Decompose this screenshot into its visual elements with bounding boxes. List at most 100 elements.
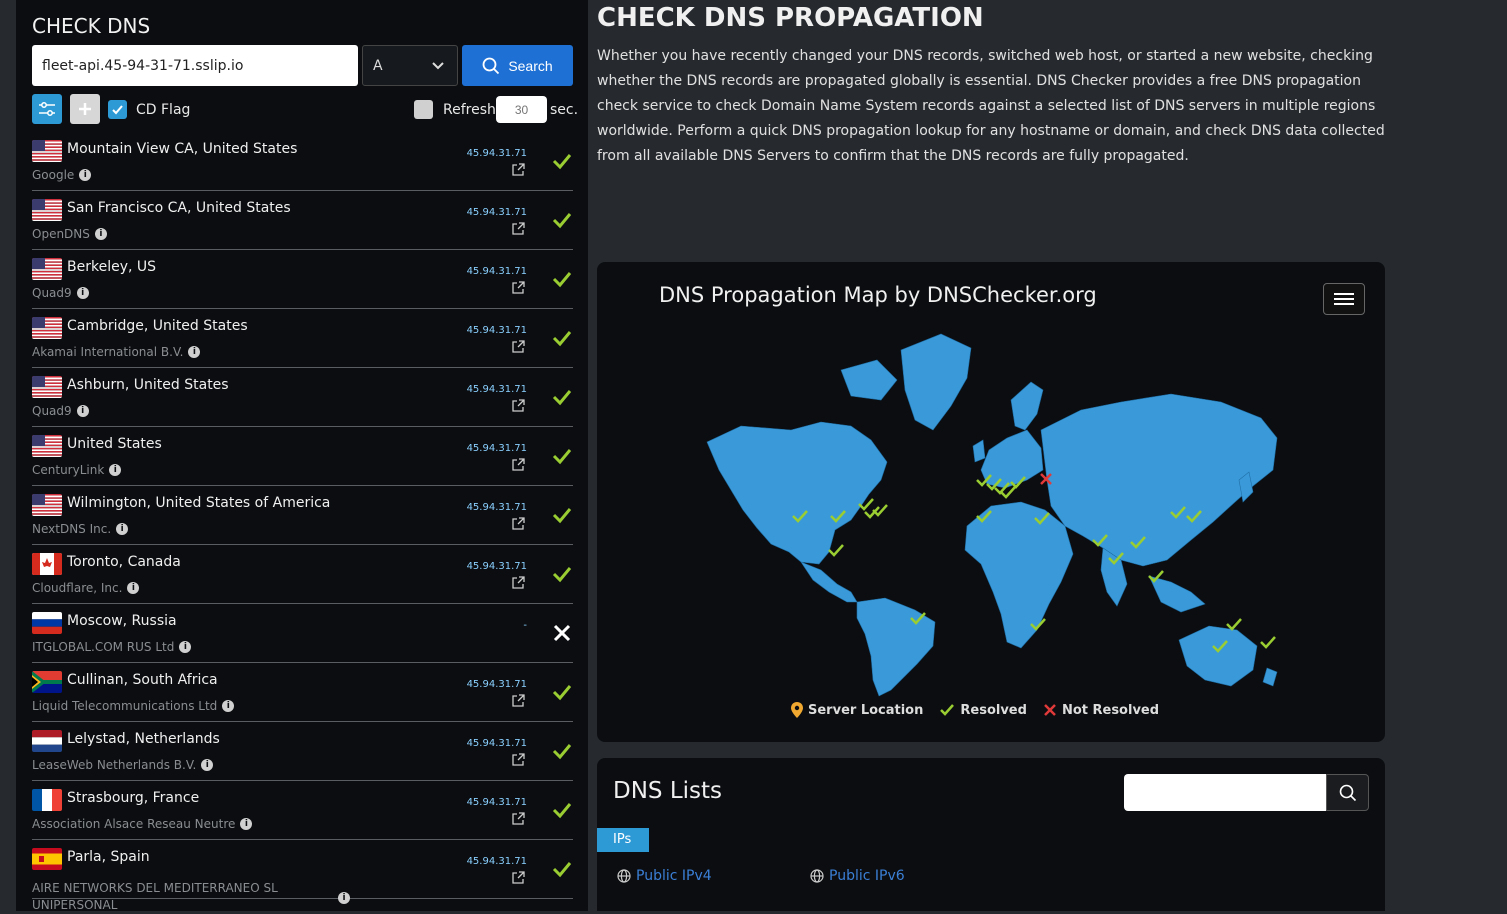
search-button[interactable]: Search — [462, 45, 573, 86]
server-list: Mountain View CA, United States Google i… — [32, 132, 573, 912]
external-link-icon[interactable] — [512, 753, 525, 766]
resolved-ip: 45.94.31.71 — [466, 856, 527, 867]
record-type-value: A — [373, 58, 383, 74]
us-flag-icon — [32, 435, 62, 457]
scandinavia — [1010, 381, 1044, 431]
map-menu-button[interactable] — [1323, 283, 1365, 315]
dns-lists-title: DNS Lists — [613, 778, 723, 804]
server-provider-label: Akamai International B.V. — [32, 345, 184, 359]
server-provider: Akamai International B.V. i — [32, 345, 201, 359]
server-row: Moscow, Russia ITGLOBAL.COM RUS Ltd i - — [32, 604, 573, 663]
info-icon[interactable]: i — [188, 346, 201, 358]
external-link-icon[interactable] — [512, 871, 525, 884]
external-link-icon[interactable] — [512, 399, 525, 412]
legend-server-location: Server Location — [791, 702, 923, 718]
external-link-icon[interactable] — [512, 281, 525, 294]
external-link-icon[interactable] — [512, 812, 525, 825]
info-icon[interactable]: i — [94, 228, 107, 240]
fr-flag-icon — [32, 789, 62, 811]
map-legend: Server Location Resolved Not Resolved — [791, 702, 1159, 718]
dns-lists-card: DNS Lists IPs Public IPv4 Public IPv6 — [597, 758, 1385, 911]
resolved-ip: 45.94.31.71 — [466, 797, 527, 808]
public-ipv6-link[interactable]: Public IPv6 — [810, 868, 905, 884]
server-provider: LeaseWeb Netherlands B.V. i — [32, 758, 214, 772]
info-icon[interactable]: i — [127, 582, 140, 594]
external-link-icon[interactable] — [512, 694, 525, 707]
server-location: Mountain View CA, United States — [67, 141, 298, 157]
check-marker — [1260, 636, 1276, 649]
external-link-icon[interactable] — [512, 458, 525, 471]
australia — [1178, 625, 1258, 687]
info-icon[interactable]: i — [240, 818, 253, 830]
server-provider: Quad9 i — [32, 404, 89, 418]
info-icon[interactable]: i — [179, 641, 192, 653]
us-flag-icon — [32, 140, 62, 162]
check-dns-title: CHECK DNS — [32, 14, 151, 38]
server-provider-label: Quad9 — [32, 286, 72, 300]
propagation-description: Whether you have recently changed your D… — [597, 48, 1385, 164]
server-row: Strasbourg, France Association Alsace Re… — [32, 781, 573, 840]
dns-lists-search-input[interactable] — [1124, 774, 1326, 811]
refresh-checkbox[interactable] — [414, 100, 433, 119]
external-link-icon[interactable] — [512, 222, 525, 235]
new-zealand — [1262, 667, 1278, 687]
info-icon[interactable]: i — [79, 169, 92, 181]
server-provider-label: Liquid Telecommunications Ltd — [32, 699, 218, 713]
us-flag-icon — [32, 376, 62, 398]
check-icon — [112, 105, 123, 115]
server-row: Parla, Spain AIRE NETWORKS DEL MEDITERRA… — [32, 840, 573, 912]
resolved-ip: 45.94.31.71 — [466, 443, 527, 454]
resolved-check-icon — [552, 154, 572, 170]
legend-not-resolved: Not Resolved — [1043, 703, 1159, 718]
info-icon[interactable]: i — [76, 287, 89, 299]
info-icon[interactable]: i — [76, 405, 89, 417]
server-row: Berkeley, US Quad9 i 45.94.31.71 — [32, 250, 573, 309]
sec-label: sec. — [550, 102, 579, 118]
settings-button[interactable] — [32, 94, 62, 124]
add-server-button[interactable] — [70, 94, 100, 124]
not-resolved-cross-icon — [553, 624, 571, 642]
europe — [980, 429, 1044, 489]
cd-flag-checkbox[interactable] — [108, 100, 127, 119]
server-provider: NextDNS Inc. i — [32, 522, 129, 536]
server-provider-label: NextDNS Inc. — [32, 522, 112, 536]
record-type-select[interactable]: A — [362, 45, 458, 86]
us-flag-icon — [32, 494, 62, 516]
info-icon[interactable]: i — [222, 700, 235, 712]
legend-resolved: Resolved — [939, 703, 1027, 718]
external-link-icon[interactable] — [512, 576, 525, 589]
resolved-ip: 45.94.31.71 — [466, 148, 527, 159]
resolved-ip: 45.94.31.71 — [466, 679, 527, 690]
legend-not-resolved-label: Not Resolved — [1061, 702, 1160, 718]
external-link-icon[interactable] — [512, 340, 525, 353]
za-flag-icon — [32, 671, 62, 693]
external-link-icon[interactable] — [512, 517, 525, 530]
dns-lists-search-button[interactable] — [1326, 774, 1369, 811]
north-america — [706, 421, 888, 565]
server-row: Toronto, Canada Cloudflare, Inc. i 45.94… — [32, 545, 573, 604]
server-provider: AIRE NETWORKS DEL MEDITERRANEO SL UNIPER… — [32, 880, 350, 914]
refresh-interval-input[interactable] — [496, 96, 547, 123]
server-provider: Association Alsace Reseau Neutre i — [32, 817, 253, 831]
info-icon[interactable]: i — [338, 892, 350, 904]
server-provider: ITGLOBAL.COM RUS Ltd i — [32, 640, 192, 654]
external-link-icon[interactable] — [512, 163, 525, 176]
info-icon[interactable]: i — [201, 759, 214, 771]
domain-input[interactable] — [32, 45, 358, 86]
tab-ips[interactable]: IPs — [597, 828, 649, 852]
info-icon[interactable]: i — [109, 464, 122, 476]
info-icon[interactable]: i — [116, 523, 129, 535]
server-location: Strasbourg, France — [67, 790, 200, 806]
propagation-title: CHECK DNS PROPAGATION — [597, 3, 984, 33]
server-row: Ashburn, United States Quad9 i 45.94.31.… — [32, 368, 573, 427]
menu-bar — [1334, 298, 1354, 300]
resolved-check-icon — [552, 449, 572, 465]
resolved-ip: 45.94.31.71 — [466, 738, 527, 749]
arctic-islands — [840, 359, 898, 401]
resolved-ip: 45.94.31.71 — [466, 266, 527, 277]
server-provider-label: LeaseWeb Netherlands B.V. — [32, 758, 197, 772]
nl-flag-icon — [32, 730, 62, 752]
server-provider-label: Google — [32, 168, 75, 182]
public-ipv4-link[interactable]: Public IPv4 — [617, 868, 712, 884]
server-row: San Francisco CA, United States OpenDNS … — [32, 191, 573, 250]
